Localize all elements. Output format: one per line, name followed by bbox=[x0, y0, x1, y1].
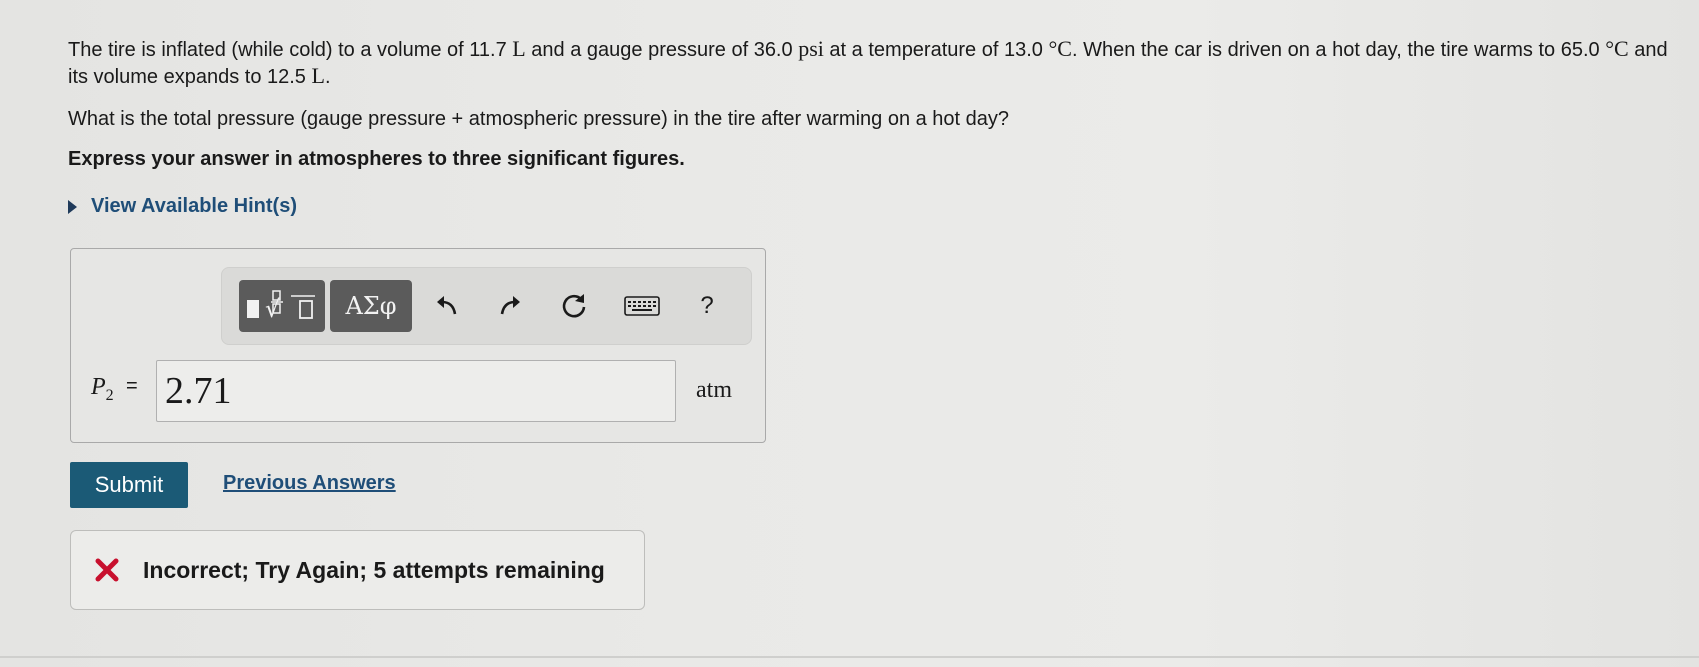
undo-button[interactable] bbox=[427, 286, 467, 326]
math-toolbar: √ ΑΣφ ? bbox=[221, 267, 752, 345]
variable-subscript: 2 bbox=[105, 386, 114, 404]
problem-text: . bbox=[324, 66, 331, 88]
greek-symbols-button[interactable]: ΑΣφ bbox=[330, 280, 412, 332]
keyboard-icon bbox=[624, 296, 660, 316]
unit-celsius: °C bbox=[1048, 36, 1072, 61]
divider bbox=[0, 656, 1699, 658]
problem-statement: The tire is inflated (while cold) to a v… bbox=[68, 36, 1668, 90]
problem-text: . When the car is driven on a hot day, t… bbox=[1071, 39, 1600, 61]
previous-answers-link[interactable]: Previous Answers bbox=[223, 472, 396, 495]
hint-label: View Available Hint(s) bbox=[91, 195, 297, 217]
help-button[interactable]: ? bbox=[687, 286, 727, 326]
redo-button[interactable] bbox=[490, 286, 530, 326]
equals-sign: = bbox=[126, 375, 138, 397]
unit-psi: psi bbox=[798, 36, 824, 61]
problem-text: and a gauge pressure of 36.0 bbox=[525, 39, 793, 61]
problem-text: at a temperature of 13.0 bbox=[823, 39, 1043, 61]
redo-icon bbox=[500, 296, 520, 315]
unit-celsius: °C bbox=[1605, 36, 1629, 61]
unit-liters: L bbox=[512, 36, 526, 61]
answer-unit: atm bbox=[696, 377, 732, 403]
reset-icon bbox=[562, 294, 586, 318]
incorrect-x-icon bbox=[95, 558, 119, 582]
answer-panel: √ ΑΣφ ? P2 = 2.71 atm bbox=[70, 248, 766, 443]
keyboard-shortcuts-button[interactable] bbox=[617, 286, 667, 326]
submit-button[interactable]: Submit bbox=[70, 462, 188, 508]
caret-right-icon bbox=[68, 199, 77, 214]
instruction-text: Express your answer in atmospheres to th… bbox=[68, 148, 685, 170]
variable-symbol: P bbox=[91, 374, 106, 400]
reset-button[interactable] bbox=[554, 286, 594, 326]
answer-variable: P2 bbox=[91, 374, 114, 405]
feedback-box: Incorrect; Try Again; 5 attempts remaini… bbox=[70, 530, 645, 610]
view-hints-toggle[interactable]: View Available Hint(s) bbox=[68, 195, 297, 218]
answer-input[interactable] bbox=[156, 360, 676, 422]
feedback-message: Incorrect; Try Again; 5 attempts remaini… bbox=[143, 556, 605, 583]
undo-icon bbox=[437, 296, 457, 315]
problem-text: The tire is inflated (while cold) to a v… bbox=[68, 39, 507, 61]
question-text: What is the total pressure (gauge pressu… bbox=[68, 108, 1010, 130]
template-icon: √ bbox=[247, 290, 315, 323]
unit-liters: L bbox=[311, 63, 325, 88]
templates-button[interactable]: √ bbox=[239, 280, 325, 332]
